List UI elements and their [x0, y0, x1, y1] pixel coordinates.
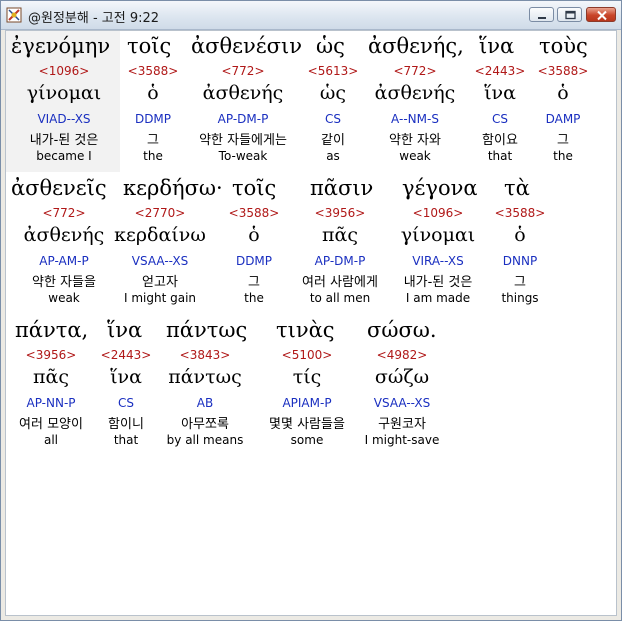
lemma: ὁ — [557, 82, 569, 104]
close-button[interactable] — [586, 7, 616, 22]
title-bar[interactable]: @원정분해 - 고전 9:22 — [1, 1, 621, 30]
strongs-number: <3588> — [494, 206, 546, 220]
parsing-code: DAMP — [545, 112, 581, 126]
lemma: σώζω — [374, 366, 430, 388]
korean-gloss: 그 — [557, 133, 569, 148]
strongs-number: <3588> — [537, 64, 589, 78]
parsing-code: VSAA--XS — [373, 396, 431, 410]
minimize-icon — [538, 17, 546, 19]
strongs-number: <4982> — [376, 348, 428, 362]
maximize-button[interactable] — [557, 7, 582, 22]
korean-gloss: 그 — [514, 275, 526, 290]
word-column[interactable]: <3588> ὁ DAMP 그 the — [503, 31, 616, 171]
app-window: @원정분해 - 고전 9:22 ἐγενόμην <1096> γίνομαι VIA… — [0, 0, 622, 621]
parsing-code: DNNP — [502, 254, 538, 268]
word-column[interactable]: <4982> σώζω VSAA--XS 구원코자 I might-save — [342, 315, 462, 455]
word-column[interactable]: <3588> ὁ DNNP 그 things — [460, 173, 580, 313]
minimize-button[interactable] — [529, 7, 554, 22]
english-gloss: I might-save — [364, 433, 440, 447]
english-gloss: the — [553, 149, 573, 163]
close-icon — [597, 10, 607, 21]
interlinear-panel[interactable]: ἐγενόμην <1096> γίνομαι VIAD--XS 내가-된 것은 beca… — [5, 30, 617, 616]
app-icon[interactable] — [6, 7, 22, 23]
lemma: ὁ — [514, 224, 526, 246]
english-gloss: things — [501, 291, 539, 305]
korean-gloss: 구원코자 — [378, 417, 426, 432]
window-title: @원정분해 - 고전 9:22 — [28, 11, 160, 26]
